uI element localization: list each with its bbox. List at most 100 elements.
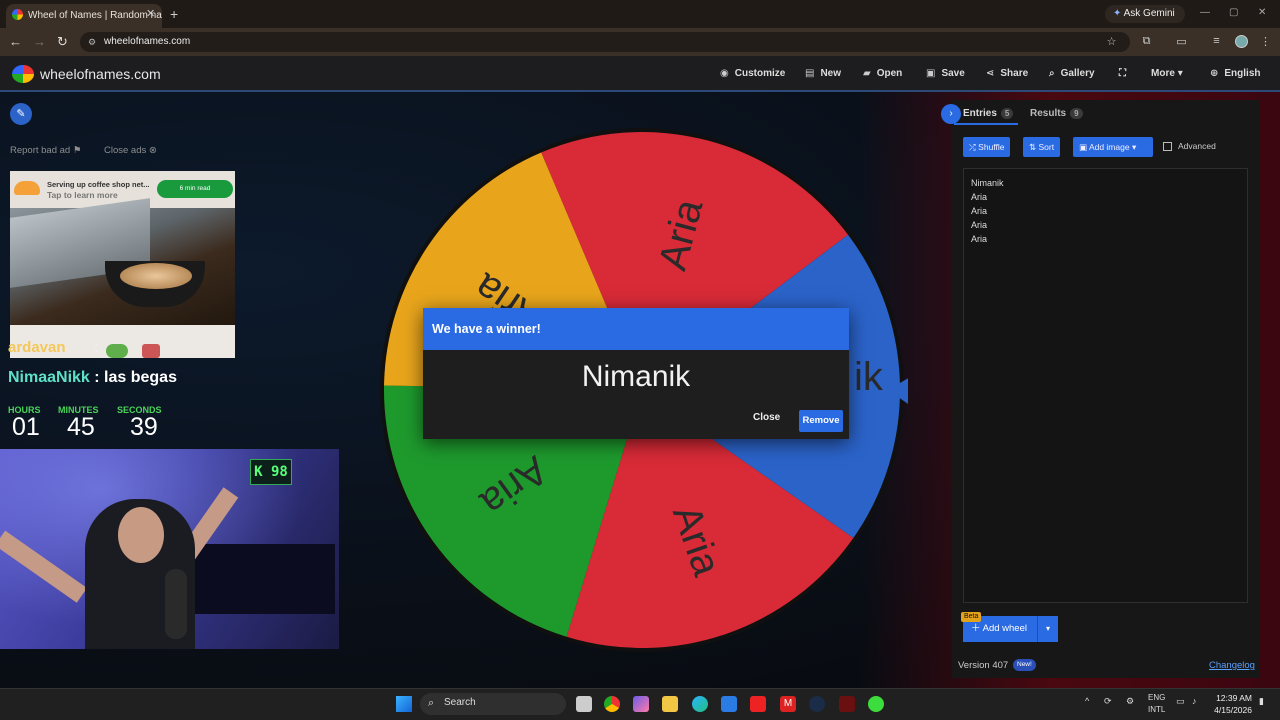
search-icon: ⌕	[1049, 68, 1055, 79]
new-badge: New!	[1013, 659, 1036, 671]
site-info-icon[interactable]: ⚙	[88, 37, 96, 48]
browser-menu-icon[interactable]: ⋮	[1259, 35, 1272, 48]
tab-results[interactable]: Results 9	[1030, 108, 1083, 119]
steam-icon[interactable]	[809, 696, 825, 712]
customize-label: Customize	[734, 68, 786, 79]
led-display: K 98	[250, 459, 292, 485]
windows-start-icon[interactable]	[396, 696, 412, 712]
edge-icon[interactable]	[692, 696, 708, 712]
ad-cta-button[interactable]: 6 min read	[157, 180, 233, 198]
customize-button[interactable]: ◉ Customize	[720, 68, 785, 79]
report-bad-ad-link[interactable]: Report bad ad ⚑	[10, 145, 81, 156]
cloud-logo-icon	[14, 181, 40, 195]
notification-icon[interactable]: ▮	[1259, 696, 1264, 707]
wheel-logo-icon[interactable]	[12, 65, 34, 83]
new-tab-icon[interactable]: +	[170, 6, 178, 22]
profile-avatar[interactable]	[1235, 35, 1248, 48]
chrome-icon[interactable]	[604, 696, 620, 712]
spotify-icon[interactable]	[868, 696, 884, 712]
fullscreen-icon[interactable]: ⛶	[1119, 68, 1126, 79]
entry-line: Nimanik	[971, 178, 1004, 188]
entry-line: Aria	[971, 220, 988, 230]
clock-date[interactable]: 4/15/2026	[1214, 705, 1252, 715]
tab-close-icon[interactable]: ✕	[146, 7, 155, 20]
close-ads-link[interactable]: Close ads ⊗	[104, 145, 157, 156]
emote-icon	[142, 344, 160, 358]
chevron-down-icon: ▾	[1131, 142, 1137, 152]
add-wheel-dropdown-icon[interactable]: ▾	[1037, 616, 1058, 642]
task-view-icon[interactable]	[576, 696, 592, 712]
bookmark-star-icon[interactable]: ☆	[1105, 35, 1118, 48]
sort-button[interactable]: ⇅ Sort	[1023, 137, 1061, 157]
save-button[interactable]: ▣ Save	[926, 68, 965, 79]
advanced-checkbox[interactable]	[1163, 142, 1172, 151]
tab-entries[interactable]: Entries 5	[963, 108, 1014, 119]
ad-subline: Tap to learn more	[47, 190, 118, 200]
open-button[interactable]: ▰ Open	[863, 68, 902, 79]
language-indicator-2[interactable]: INTL	[1148, 705, 1165, 714]
winner-dialog: We have a winner! Nimanik Close Remove	[423, 308, 849, 439]
file-explorer-icon[interactable]	[662, 696, 678, 712]
timer-seconds-value: 39	[130, 413, 158, 441]
reading-list-icon[interactable]: ≡	[1210, 35, 1223, 48]
ask-gemini-button[interactable]: ✦ Ask Gemini	[1105, 5, 1185, 23]
forward-icon[interactable]: →	[33, 34, 46, 49]
entries-textarea[interactable]: Nimanik Aria Aria Aria Aria	[963, 168, 1248, 603]
gallery-button[interactable]: ⌕ Gallery	[1049, 68, 1095, 79]
network-icon[interactable]: ▭	[1176, 696, 1185, 707]
plus-icon: ＋	[971, 623, 983, 634]
webcam-desk	[185, 544, 335, 614]
address-bar[interactable]: wheelofnames.com	[80, 32, 1130, 52]
share-button[interactable]: ⋖ Share	[986, 68, 1028, 79]
more-button[interactable]: More ▾	[1151, 68, 1183, 79]
remove-button[interactable]: Remove	[799, 410, 843, 432]
restore-icon[interactable]: ▢	[1229, 7, 1238, 18]
volume-icon[interactable]: ♪	[1192, 696, 1197, 706]
tray-app-icon[interactable]: ⚙	[1126, 696, 1134, 707]
report-label: Report bad ad	[10, 145, 71, 156]
active-tab-indicator	[954, 123, 1018, 125]
minimize-icon[interactable]: —	[1200, 7, 1210, 18]
extensions-icon[interactable]: ⧉	[1140, 35, 1153, 48]
webcam-feed: K 98	[0, 449, 339, 649]
back-icon[interactable]: ←	[9, 34, 22, 49]
site-name[interactable]: wheelofnames.com	[40, 66, 161, 82]
reload-icon[interactable]: ↻	[57, 34, 68, 50]
edit-pencil-icon[interactable]: ✎	[10, 103, 32, 125]
window-close-icon[interactable]: ✕	[1258, 7, 1266, 18]
more-label: More	[1151, 68, 1175, 79]
gemini-sparkle-icon: ✦	[1113, 8, 1124, 19]
mail-icon[interactable]	[721, 696, 737, 712]
url-text: wheelofnames.com	[104, 36, 191, 47]
advertisement[interactable]: Serving up coffee shop net... Tap to lea…	[10, 171, 235, 358]
cast-icon[interactable]: ▭	[1175, 35, 1188, 48]
shield-app-icon[interactable]	[839, 696, 855, 712]
add-image-button[interactable]: ▣ Add image ▾	[1073, 137, 1153, 157]
beta-badge: Beta	[961, 612, 982, 622]
open-label: Open	[876, 68, 903, 79]
latte-art-image	[120, 263, 192, 289]
taskbar-search[interactable]: Search	[420, 693, 566, 715]
chevron-down-icon: ▾	[1177, 68, 1183, 79]
youtube-icon[interactable]	[750, 696, 766, 712]
clock-time[interactable]: 12:39 AM	[1216, 693, 1252, 703]
sync-icon[interactable]: ⟳	[1104, 696, 1112, 707]
changelog-link[interactable]: Changelog	[1209, 660, 1255, 671]
close-button[interactable]: Close	[753, 412, 780, 423]
shuffle-button[interactable]: ⤮ Shuffle	[963, 137, 1011, 157]
tab-title: Wheel of Names | Random name	[28, 10, 162, 21]
copilot-icon[interactable]	[633, 696, 649, 712]
entry-line: Aria	[971, 234, 988, 244]
timer-minutes-value: 45	[67, 413, 95, 441]
tray-chevron-icon[interactable]: ^	[1085, 696, 1089, 706]
language-indicator-1[interactable]: ENG	[1148, 693, 1165, 702]
new-button[interactable]: ▤ New	[805, 68, 841, 79]
save-icon: ▣	[926, 68, 936, 79]
language-button[interactable]: ⊕ English	[1210, 68, 1261, 79]
panel-collapse-icon[interactable]: ›	[941, 104, 961, 124]
gmail-icon[interactable]: M	[780, 696, 796, 712]
gallery-label: Gallery	[1060, 68, 1095, 79]
taskbar-search-label: Search	[444, 697, 476, 708]
browser-tab[interactable]: Wheel of Names | Random name	[6, 4, 162, 28]
chat-message-2: : las begas	[89, 369, 177, 386]
